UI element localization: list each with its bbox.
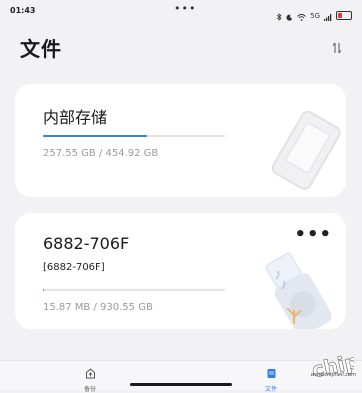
- status-icons: 5G: [276, 6, 352, 25]
- files-icon: [267, 369, 275, 378]
- page-title: 文件: [20, 37, 62, 61]
- watermark-url: www.chiphell.com: [310, 372, 356, 378]
- drive-progress-fill: [43, 289, 44, 291]
- storage-progress-bar: [43, 135, 225, 137]
- sort-icon: [332, 42, 342, 54]
- chiphell-watermark-logo: chip: [309, 350, 354, 383]
- battery-icon: [336, 11, 352, 20]
- storage-title: 内部存储: [43, 108, 108, 127]
- drive-subtitle: [6882-706F]: [43, 262, 105, 273]
- bluetooth-icon: [276, 6, 282, 25]
- backup-icon: [85, 368, 95, 379]
- usb-drive-icon: [265, 252, 332, 329]
- status-time: 01:43: [10, 6, 36, 15]
- storage-size: 257.55 GB / 454.92 GB: [43, 148, 159, 159]
- drive-progress-bar: [43, 289, 225, 291]
- sd-card-icon: [271, 110, 341, 190]
- signal-icon: [324, 6, 332, 25]
- internal-storage-card[interactable]: 内部存储 257.55 GB / 454.92 GB: [15, 84, 346, 197]
- status-dots: •••: [174, 2, 197, 15]
- home-indicator[interactable]: [130, 383, 232, 386]
- status-bar: 01:43 ••• 5G: [0, 0, 362, 24]
- moon-icon: [286, 6, 293, 25]
- more-options-button[interactable]: •••: [294, 226, 332, 244]
- sort-button[interactable]: [330, 40, 344, 54]
- external-drive-card[interactable]: 6882-706F [6882-706F] 15.87 MB / 930.55 …: [15, 213, 346, 329]
- drive-title: 6882-706F: [43, 234, 130, 253]
- network-type: 5G: [310, 11, 320, 20]
- storage-progress-fill: [43, 135, 147, 137]
- drive-size: 15.87 MB / 930.55 GB: [43, 302, 153, 313]
- wifi-icon: [297, 6, 306, 25]
